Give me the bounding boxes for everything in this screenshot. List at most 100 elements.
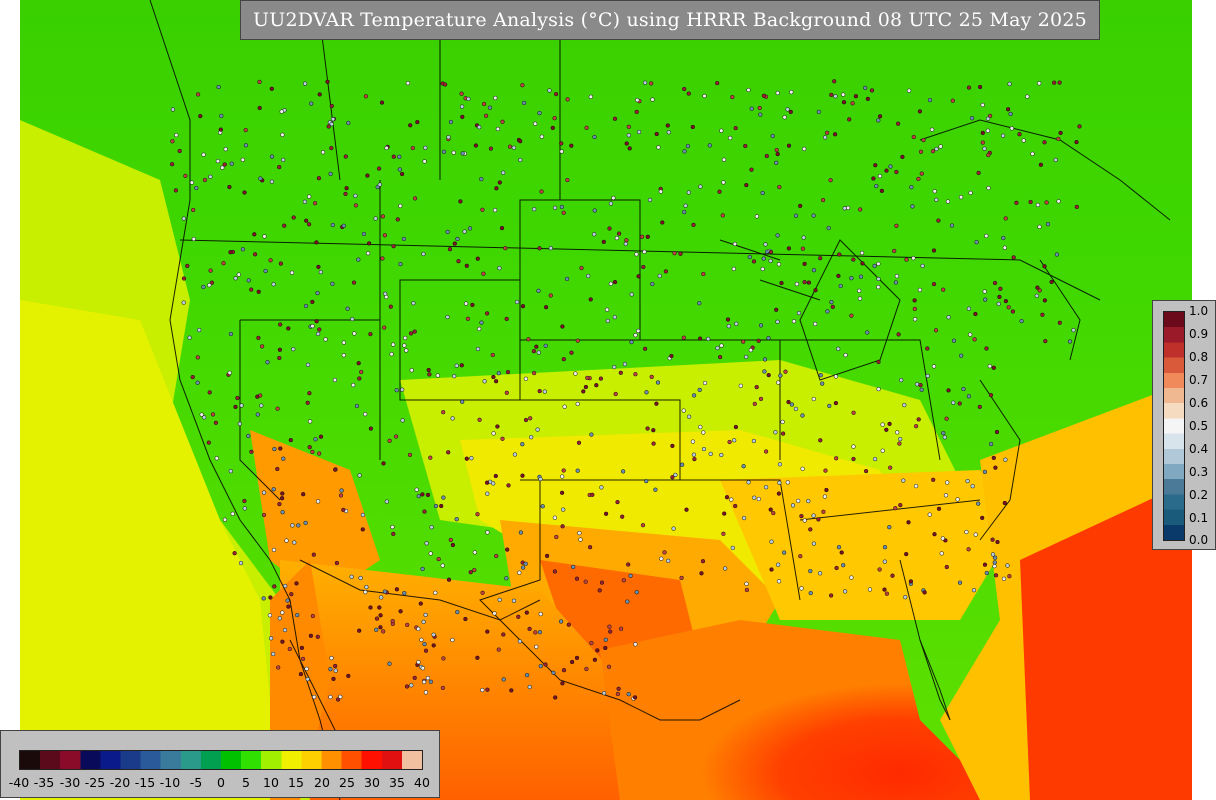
observation-dot [189, 180, 195, 185]
observation-dot [315, 331, 321, 337]
observation-dot [561, 507, 566, 512]
observation-dot [366, 241, 372, 246]
observation-dot [341, 353, 346, 358]
observation-dot [523, 376, 529, 381]
observation-dot [532, 207, 537, 212]
observation-dot [295, 612, 300, 618]
observation-dot [945, 480, 950, 485]
observation-dot [509, 688, 514, 693]
observation-dot [818, 256, 823, 261]
observation-dot [240, 157, 245, 162]
observation-dot [654, 131, 659, 137]
observation-dot [595, 648, 600, 653]
observation-dot [747, 254, 752, 260]
observation-dot [389, 352, 394, 357]
observation-dot [1077, 124, 1082, 129]
observation-dot [569, 659, 575, 665]
observation-dot [213, 420, 219, 425]
observation-dot [766, 372, 771, 378]
observation-dot [485, 530, 490, 535]
observation-dot [936, 506, 942, 511]
observation-dot [601, 239, 606, 245]
observation-dot [506, 483, 511, 488]
observation-dot [788, 109, 793, 115]
observation-dot [940, 536, 945, 541]
observation-dot [255, 412, 260, 417]
observation-dot [777, 480, 782, 485]
observation-dot [832, 132, 838, 137]
observation-dot [912, 298, 917, 303]
observation-dot [329, 121, 334, 127]
observation-dot [702, 380, 708, 386]
observation-dot [346, 673, 351, 679]
observation-dot [452, 241, 457, 246]
observation-dot [329, 655, 334, 661]
prob-tick: 0.6 [1189, 396, 1209, 410]
observation-dot [552, 205, 558, 210]
observation-dot [575, 338, 580, 343]
observation-dot [483, 113, 489, 118]
observation-dot [577, 530, 582, 536]
observation-dot [973, 311, 978, 317]
observation-dot [1038, 162, 1044, 167]
observation-dot [554, 534, 559, 540]
observation-dot [586, 273, 591, 279]
observation-dot [980, 130, 985, 136]
observation-dot [579, 265, 584, 271]
observation-dot [798, 554, 803, 559]
observation-dot [927, 97, 933, 103]
observation-dot [328, 667, 333, 672]
observation-dot [828, 593, 834, 598]
observation-dot [982, 146, 987, 151]
observation-dot [972, 337, 977, 342]
observation-dot [1035, 202, 1041, 208]
observation-dot [877, 567, 882, 572]
observation-dot [758, 396, 764, 402]
observation-dot [307, 391, 312, 396]
observation-dot [998, 286, 1003, 291]
observation-dot [278, 322, 283, 327]
observation-dot [488, 146, 494, 151]
observation-dot [724, 495, 730, 500]
observation-dot [590, 492, 595, 497]
observation-dot [445, 229, 450, 235]
observation-dot [446, 135, 451, 140]
observation-dot [658, 189, 663, 194]
observation-dot [987, 364, 992, 369]
observation-dot [730, 545, 735, 551]
observation-dot [228, 469, 233, 474]
observation-dot [842, 589, 848, 594]
observation-dot [894, 274, 900, 279]
observation-dot [496, 371, 501, 376]
observation-dot [518, 139, 523, 144]
temp-tick: -15 [134, 775, 156, 790]
observation-dot [754, 214, 760, 219]
observation-dot [770, 133, 775, 139]
observation-dot [776, 491, 782, 496]
observation-dot [910, 204, 915, 209]
observation-dot [239, 403, 244, 408]
observation-dot [1058, 130, 1063, 136]
observation-dot [968, 190, 973, 196]
observation-dot [292, 540, 297, 545]
observation-dot [222, 162, 227, 167]
observation-dot [930, 149, 936, 154]
observation-dot [1010, 309, 1016, 314]
observation-dot [898, 436, 903, 442]
observation-dot [826, 225, 831, 231]
observation-dot [592, 208, 597, 213]
observation-dot [991, 365, 996, 370]
observation-dot [405, 622, 410, 628]
observation-dot [441, 495, 446, 500]
observation-dot [219, 113, 224, 119]
observation-dot [837, 252, 842, 257]
observation-dot [834, 456, 839, 461]
observation-dot [624, 141, 629, 146]
temp-tick: 35 [389, 775, 405, 790]
observation-dot [338, 694, 343, 699]
observation-dot [1037, 81, 1042, 86]
observation-dot [936, 218, 941, 223]
observation-dot [776, 380, 781, 385]
observation-dot [484, 311, 490, 316]
observation-dot [761, 93, 767, 98]
